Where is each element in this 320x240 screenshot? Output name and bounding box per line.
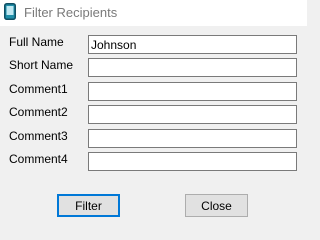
comment3-field[interactable] xyxy=(88,129,297,148)
comment4-label: Comment4 xyxy=(9,152,68,166)
comment2-field[interactable] xyxy=(88,105,297,124)
window-title: Filter Recipients xyxy=(24,5,118,20)
close-button[interactable]: Close xyxy=(185,194,248,217)
full-name-field[interactable] xyxy=(88,35,297,54)
short-name-label: Short Name xyxy=(9,58,74,72)
short-name-field[interactable] xyxy=(88,58,297,77)
dialog-body: Full Name Short Name Comment1 Comment2 C… xyxy=(0,26,307,227)
filter-button[interactable]: Filter xyxy=(57,194,120,217)
title-bar: Filter Recipients xyxy=(0,0,307,26)
comment3-label: Comment3 xyxy=(9,129,68,143)
comment4-field[interactable] xyxy=(88,152,297,171)
comment1-field[interactable] xyxy=(88,82,297,101)
comment2-label: Comment2 xyxy=(9,105,68,119)
phone-icon xyxy=(4,3,16,20)
comment1-label: Comment1 xyxy=(9,82,68,96)
full-name-label: Full Name xyxy=(9,35,64,49)
